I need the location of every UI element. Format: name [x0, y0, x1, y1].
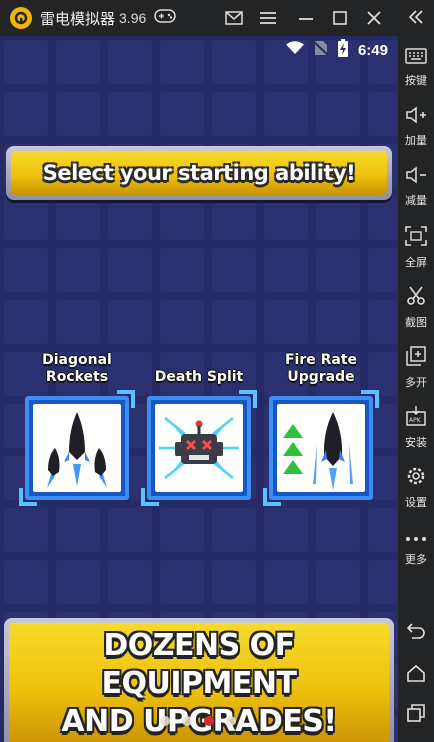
sidebar-item-screenshot[interactable]: 截图 [398, 286, 434, 330]
wifi-icon [285, 40, 304, 60]
page-dot[interactable] [204, 716, 214, 726]
emulator-sidebar: 按键 加量 减量 全屏 截图 多开 APK 安装 设置 更多 [398, 0, 434, 742]
sidebar-item-install-apk[interactable]: APK 安装 [398, 406, 434, 450]
maximize-icon[interactable] [328, 6, 352, 30]
battery-charging-icon [337, 38, 348, 62]
minimize-icon[interactable] [294, 6, 318, 30]
volume-up-icon [405, 106, 427, 129]
sidebar-item-volume-down[interactable]: 减量 [398, 166, 434, 208]
ability-card[interactable] [19, 390, 135, 506]
sidebar-item-label: 减量 [405, 195, 427, 207]
sidebar-item-more[interactable]: 更多 [398, 530, 434, 567]
promo-line-1: DOZENS OF EQUIPMENT [101, 628, 297, 701]
ability-label: Diagonal Rockets [42, 352, 112, 385]
menu-icon[interactable] [256, 6, 280, 30]
android-recents-button[interactable] [398, 704, 434, 722]
sidebar-item-volume-up[interactable]: 加量 [398, 106, 434, 148]
sidebar-item-label: 截图 [405, 317, 427, 329]
collapse-sidebar-button[interactable] [398, 8, 434, 26]
game-screen[interactable]: 6:49 Select your starting ability! Diago… [0, 36, 398, 742]
svg-text:APK: APK [409, 417, 422, 424]
sidebar-item-label: 多开 [405, 377, 427, 389]
page-indicator [160, 716, 236, 726]
ability-label: Fire Rate Upgrade [284, 352, 358, 385]
ability-option-fire-rate-upgrade[interactable]: Fire Rate Upgrade [263, 346, 379, 506]
sidebar-item-fullscreen[interactable]: 全屏 [398, 226, 434, 270]
home-icon [407, 664, 425, 682]
recents-icon [407, 704, 425, 722]
ability-option-diagonal-rockets[interactable]: Diagonal Rockets [19, 346, 135, 506]
page-dot[interactable] [226, 716, 236, 726]
apk-install-icon: APK [406, 406, 426, 431]
ability-option-death-split[interactable]: Death Split [141, 346, 257, 506]
close-icon[interactable] [362, 6, 386, 30]
sidebar-item-settings[interactable]: 设置 [398, 466, 434, 510]
diagonal-rockets-icon [33, 404, 121, 492]
ldplayer-logo-icon [10, 7, 32, 29]
sidebar-item-label: 安装 [405, 437, 427, 449]
ability-label: Death Split [154, 369, 244, 385]
status-time: 6:49 [357, 41, 388, 59]
volume-down-icon [405, 166, 427, 189]
gear-icon [406, 466, 426, 491]
fullscreen-icon [405, 226, 427, 251]
app-version: 3.96 [119, 10, 147, 26]
back-icon [406, 623, 425, 639]
multi-instance-icon [406, 346, 426, 371]
sidebar-item-label: 加量 [405, 135, 427, 147]
android-home-button[interactable] [398, 664, 434, 682]
sidebar-item-label: 全屏 [405, 257, 427, 269]
fire-rate-upgrade-icon [277, 404, 365, 492]
sidebar-item-label: 更多 [405, 554, 427, 566]
ability-card[interactable] [263, 390, 379, 506]
android-statusbar: 6:49 [0, 36, 398, 64]
sidebar-item-keymap[interactable]: 按键 [398, 48, 434, 88]
android-back-button[interactable] [398, 622, 434, 640]
ability-prompt-text: Select your starting ability! [42, 161, 356, 185]
ability-card[interactable] [141, 390, 257, 506]
death-split-icon [155, 404, 243, 492]
sidebar-item-label: 按键 [405, 75, 427, 87]
gamepad-icon[interactable] [154, 8, 177, 28]
page-dot[interactable] [160, 716, 170, 726]
double-chevron-left-icon [408, 10, 423, 24]
ability-prompt-banner: Select your starting ability! [6, 146, 392, 200]
app-title: 雷电模拟器 [40, 10, 116, 28]
sidebar-item-multi-instance[interactable]: 多开 [398, 346, 434, 390]
page-dot[interactable] [182, 716, 192, 726]
more-icon [405, 530, 427, 548]
no-sim-icon [313, 40, 329, 61]
mail-icon[interactable] [222, 6, 246, 30]
sidebar-item-label: 设置 [405, 497, 427, 509]
emulator-titlebar: 雷电模拟器 3.96 [0, 0, 398, 36]
scissors-icon [406, 286, 426, 311]
keyboard-icon [405, 48, 427, 69]
